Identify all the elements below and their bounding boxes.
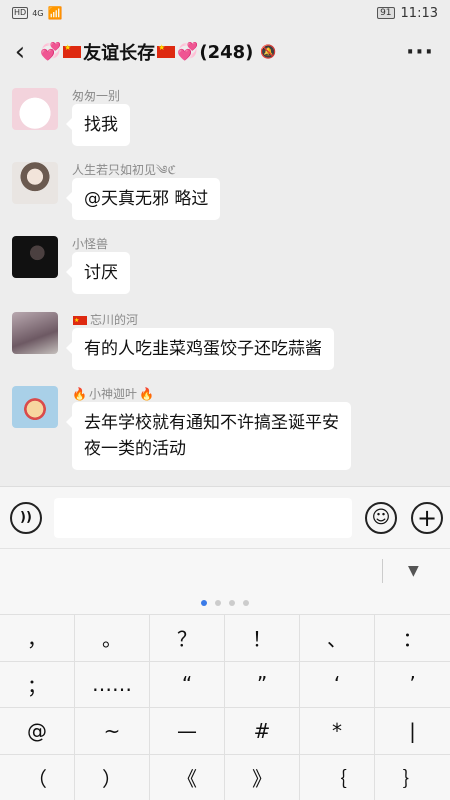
message-bubble[interactable]: 找我: [66, 104, 130, 146]
message-input[interactable]: [54, 497, 352, 538]
key-dash[interactable]: —: [150, 707, 225, 754]
message-bubble[interactable]: 讨厌: [66, 252, 130, 294]
mute-bell-icon: 🔕: [260, 44, 277, 60]
sender-name: 人生若只如初见༄ℭ: [72, 163, 176, 177]
hearts-emoji-icon: 💞: [40, 42, 62, 62]
avatar[interactable]: [12, 312, 58, 354]
avatar[interactable]: [12, 88, 58, 130]
input-bar: )) ☺ +: [0, 486, 450, 548]
china-flag-icon: [63, 43, 82, 58]
emoji-icon[interactable]: ☺: [365, 501, 397, 534]
key-ellipsis[interactable]: ……: [75, 660, 150, 707]
plus-icon[interactable]: +: [411, 501, 443, 534]
key-tilde[interactable]: ~: [75, 707, 150, 754]
sender-name: 匆匆一别: [72, 89, 121, 103]
page-indicator: [0, 600, 450, 606]
symbol-keyboard: ， 。 ？ ！ 、 ： ； …… “ ” ‘ ’ @ ~ — # * | （ ）…: [0, 592, 450, 800]
sender-name-row: 🔥 小神迦叶 🔥: [72, 386, 351, 402]
sender-name: 小神迦叶: [88, 387, 137, 401]
china-flag-icon: [157, 43, 176, 58]
message-item: 匆匆一别 找我: [12, 88, 130, 146]
key-left-double-quote[interactable]: “: [150, 660, 225, 707]
hd-indicator: HD: [12, 7, 29, 19]
message-bubble[interactable]: 有的人吃韭菜鸡蛋饺子还吃蒜酱: [66, 328, 334, 370]
key-right-single-quote[interactable]: ’: [375, 660, 450, 708]
network-type: 4G: [32, 8, 44, 18]
avatar[interactable]: [12, 236, 58, 278]
key-right-paren[interactable]: ）: [75, 753, 150, 800]
signal-icon: 📶: [47, 6, 63, 20]
sender-name: 忘川的河: [90, 313, 139, 327]
key-comma[interactable]: ，: [0, 614, 75, 661]
key-left-paren[interactable]: （: [0, 753, 75, 800]
voice-input-icon[interactable]: )): [10, 501, 42, 534]
sender-name-row: 忘川的河: [72, 312, 334, 328]
avatar[interactable]: [12, 386, 58, 428]
key-enumeration-comma[interactable]: 、: [300, 614, 375, 661]
clock: 11:13: [400, 5, 438, 21]
key-colon[interactable]: ：: [375, 614, 450, 661]
key-at[interactable]: @: [0, 707, 75, 754]
keyboard-candidate-bar: ▼: [0, 548, 450, 592]
message-bubble[interactable]: 去年学校就有通知不许搞圣诞平安 夜一类的活动: [66, 402, 351, 470]
page-dot: [229, 600, 235, 606]
key-asterisk[interactable]: *: [300, 707, 375, 754]
key-grid: ， 。 ？ ！ 、 ： ； …… “ ” ‘ ’ @ ~ — # * | （ ）…: [0, 614, 450, 800]
key-pipe[interactable]: |: [375, 707, 450, 754]
message-item: 小怪兽 讨厌: [12, 236, 130, 294]
key-question[interactable]: ？: [150, 614, 225, 661]
more-icon[interactable]: ···: [390, 26, 450, 78]
back-arrow-icon[interactable]: ‹: [0, 26, 40, 78]
message-item: 🔥 小神迦叶 🔥 去年学校就有通知不许搞圣诞平安 夜一类的活动: [12, 386, 351, 470]
chat-title: 💞 友谊长存 💞 (248) 🔕: [40, 39, 390, 65]
message-line: 去年学校就有通知不许搞圣诞平安: [84, 413, 339, 433]
sender-name: 小怪兽: [72, 237, 109, 251]
key-right-book-title[interactable]: 》: [225, 753, 300, 800]
hearts-emoji-icon: 💞: [177, 42, 199, 62]
message-list[interactable]: 匆匆一别 找我 人生若只如初见༄ℭ @天真无邪 略过 小怪兽 讨厌 忘川的河 有…: [0, 78, 450, 486]
key-left-book-title[interactable]: 《: [150, 753, 225, 800]
status-bar: HD 4G 📶 91 11:13: [0, 0, 450, 26]
fire-icon: 🔥: [72, 387, 87, 401]
key-semicolon[interactable]: ；: [0, 660, 75, 707]
member-count: (248): [199, 41, 254, 63]
message-bubble[interactable]: @天真无邪 略过: [65, 178, 221, 220]
divider: [382, 559, 383, 583]
message-item: 人生若只如初见༄ℭ @天真无邪 略过: [12, 162, 221, 220]
battery-icon: 91: [377, 7, 395, 19]
group-name: 友谊长存: [83, 43, 156, 64]
fire-icon: 🔥: [138, 387, 154, 401]
key-right-brace[interactable]: ｝: [375, 753, 450, 800]
keyboard-collapse-icon[interactable]: ▼: [408, 563, 419, 579]
key-hash[interactable]: #: [225, 707, 300, 754]
key-left-brace[interactable]: ｛: [300, 753, 375, 800]
page-dot: [243, 600, 249, 606]
key-left-single-quote[interactable]: ‘: [300, 660, 375, 707]
key-right-double-quote[interactable]: ”: [225, 660, 300, 707]
page-dot: [215, 600, 221, 606]
avatar[interactable]: [12, 162, 58, 204]
key-exclamation[interactable]: ！: [225, 614, 300, 661]
china-flag-icon: [73, 314, 87, 328]
page-dot: [201, 600, 207, 606]
chat-header: ‹ 💞 友谊长存 💞 (248) 🔕 ···: [0, 26, 450, 78]
message-item: 忘川的河 有的人吃韭菜鸡蛋饺子还吃蒜酱: [12, 312, 334, 370]
message-line: 夜一类的活动: [84, 439, 186, 459]
key-period[interactable]: 。: [75, 614, 150, 661]
